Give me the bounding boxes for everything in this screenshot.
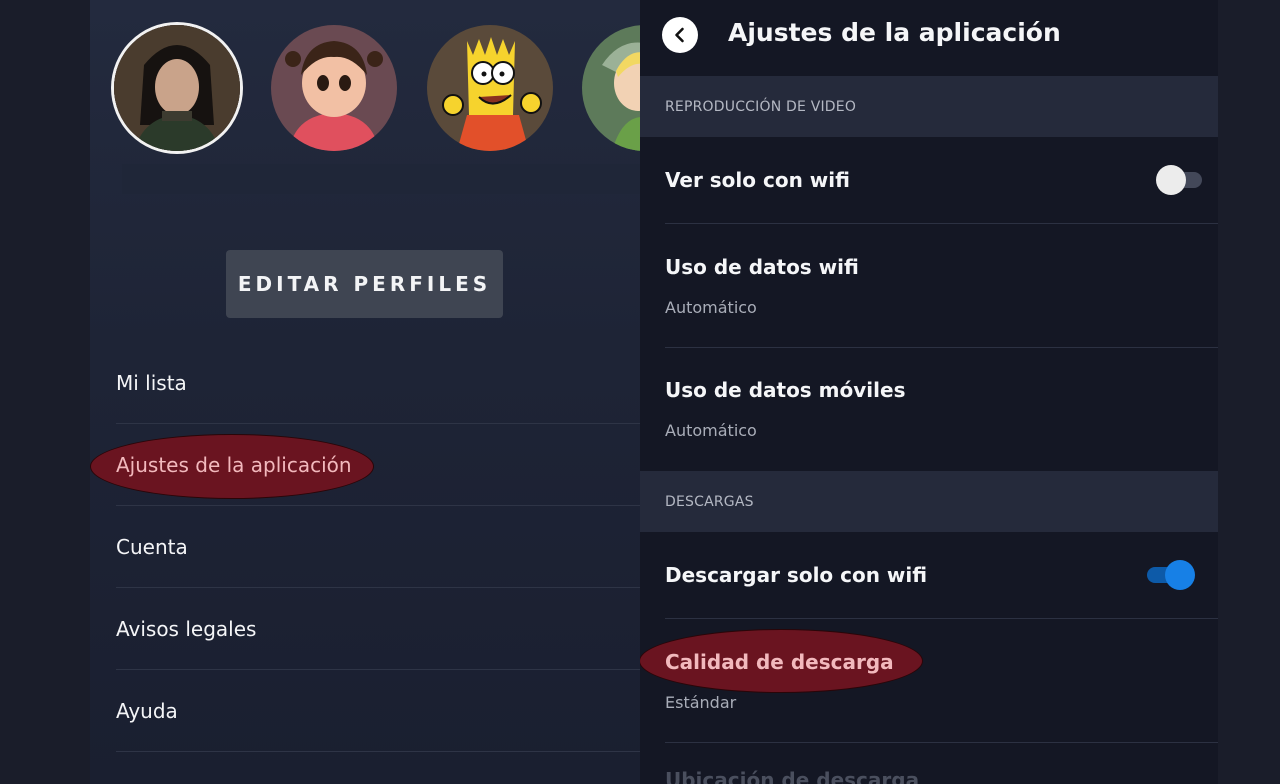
settings-header: Ajustes de la aplicación	[640, 0, 1218, 76]
setting-title: Uso de datos móviles	[665, 378, 906, 402]
menu-item-label: Avisos legales	[116, 616, 257, 641]
profile-strip	[122, 164, 640, 194]
toggle-knob	[1165, 560, 1195, 590]
menu-item-label: Ajustes de la aplicación	[116, 452, 352, 477]
edit-profiles-button[interactable]: EDITAR PERFILES	[226, 250, 503, 318]
avatar-image	[582, 25, 640, 151]
menu-item-account[interactable]: Cuenta	[116, 506, 640, 588]
section-header-downloads: DESCARGAS	[640, 471, 1218, 532]
download-wifi-toggle[interactable]	[1143, 560, 1195, 590]
setting-wifi-data[interactable]: Uso de datos wifi Automático	[665, 224, 1218, 348]
menu-item-legal[interactable]: Avisos legales	[116, 588, 640, 670]
profile-avatar-4[interactable]	[582, 25, 640, 151]
menu-item-label: Cuenta	[116, 534, 188, 559]
setting-download-wifi-only[interactable]: Descargar solo con wifi	[665, 532, 1218, 619]
menu-item-label: Mi lista	[116, 370, 187, 395]
section-header-video: REPRODUCCIÓN DE VIDEO	[640, 76, 1218, 137]
avatar-image	[271, 25, 397, 151]
setting-value: Automático	[665, 421, 757, 440]
setting-value: Automático	[665, 298, 757, 317]
avatar-image	[427, 25, 553, 151]
setting-download-quality[interactable]: Calidad de descarga Estándar	[640, 619, 1218, 743]
back-button[interactable]	[662, 17, 698, 53]
setting-value: Estándar	[665, 693, 737, 712]
page-title: Ajustes de la aplicación	[728, 18, 1061, 47]
setting-download-location[interactable]: Ubicación de descarga	[665, 768, 919, 784]
menu-item-label: Ayuda	[116, 698, 178, 723]
wifi-only-toggle[interactable]	[1156, 165, 1208, 195]
avatar-image	[114, 25, 240, 151]
setting-title: Uso de datos wifi	[665, 255, 859, 279]
right-margin	[1218, 0, 1280, 784]
setting-title: Calidad de descarga	[665, 650, 894, 674]
setting-mobile-data[interactable]: Uso de datos móviles Automático	[665, 348, 1218, 471]
menu-item-help[interactable]: Ayuda	[116, 670, 640, 752]
chevron-left-icon	[675, 27, 684, 43]
setting-title: Descargar solo con wifi	[665, 563, 928, 587]
profile-avatar-3[interactable]	[427, 25, 553, 151]
menu-item-my-list[interactable]: Mi lista	[116, 342, 640, 424]
profile-menu-panel: EDITAR PERFILES Mi lista Ajustes de la a…	[90, 0, 640, 784]
profile-avatar-1[interactable]	[114, 25, 240, 151]
toggle-knob	[1156, 165, 1186, 195]
left-margin	[0, 0, 90, 784]
menu-item-app-settings[interactable]: Ajustes de la aplicación	[90, 424, 640, 506]
setting-title: Ver solo con wifi	[665, 168, 850, 192]
profile-avatar-2[interactable]	[271, 25, 397, 151]
app-settings-panel: Ajustes de la aplicación REPRODUCCIÓN DE…	[640, 0, 1218, 784]
setting-wifi-only[interactable]: Ver solo con wifi	[665, 137, 1218, 224]
